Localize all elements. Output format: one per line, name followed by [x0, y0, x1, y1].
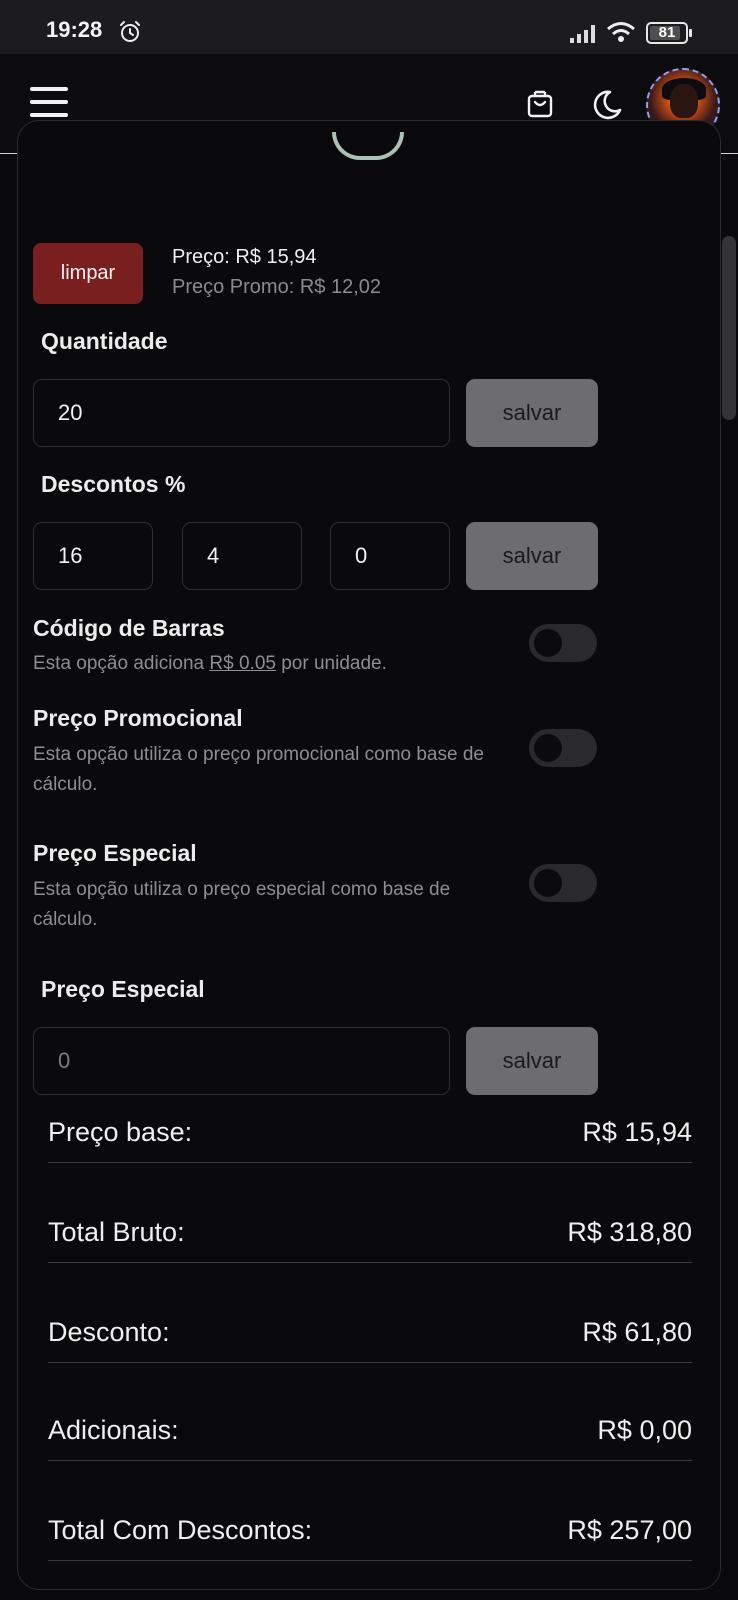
summary-label: Total Com Descontos:	[48, 1515, 313, 1545]
summary-label: Adicionais:	[48, 1415, 179, 1445]
summary-label: Preço base:	[48, 1117, 193, 1147]
summary-value: R$ 15,94	[582, 1117, 692, 1147]
save-discounts-button[interactable]: salvar	[466, 522, 598, 590]
barcode-option-title: Código de Barras	[33, 615, 225, 641]
summary-value: R$ 257,00	[567, 1515, 692, 1545]
summary-value: R$ 61,80	[582, 1317, 692, 1347]
special-option-desc: Esta opção utiliza o preço especial como…	[33, 879, 451, 930]
special-price-label: Preço Especial	[41, 976, 205, 1002]
summary-label: Total Bruto:	[48, 1217, 185, 1247]
special-option-title: Preço Especial	[33, 840, 197, 866]
summary-value: R$ 0,00	[597, 1415, 692, 1445]
product-promo-price: Preço Promo: R$ 12,02	[172, 276, 381, 298]
save-quantity-button[interactable]: salvar	[466, 379, 598, 447]
promo-toggle[interactable]	[529, 729, 597, 767]
signal-icon	[570, 25, 595, 43]
summary-label: Desconto:	[48, 1317, 170, 1347]
barcode-option-desc: Esta opção adiciona R$ 0.05 por unidade.	[33, 653, 387, 674]
discounts-label: Descontos %	[41, 471, 186, 497]
summary-row: Total Bruto: R$ 318,80	[48, 1207, 692, 1263]
summary-value: R$ 318,80	[567, 1217, 692, 1247]
summary-row: Preço base: R$ 15,94	[48, 1107, 692, 1163]
alarm-icon	[120, 21, 140, 42]
cart-icon[interactable]	[524, 88, 556, 120]
promo-option-title: Preço Promocional	[33, 705, 243, 731]
menu-icon[interactable]	[30, 87, 68, 117]
quantity-input[interactable]: 20	[33, 379, 450, 447]
promo-option-desc: Esta opção utiliza o preço promocional c…	[33, 744, 484, 795]
special-price-input[interactable]: 0	[33, 1027, 450, 1095]
barcode-price-link: R$ 0.05	[209, 653, 276, 674]
barcode-toggle[interactable]	[529, 624, 597, 662]
special-toggle[interactable]	[529, 864, 597, 902]
summary-row: Desconto: R$ 61,80	[48, 1307, 692, 1363]
status-time: 19:28	[46, 17, 103, 42]
wifi-icon	[607, 22, 635, 42]
quantity-label: Quantidade	[41, 328, 168, 354]
scrollbar[interactable]	[722, 236, 736, 420]
product-price: Preço: R$ 15,94	[172, 246, 317, 268]
discount-input-1[interactable]: 16	[33, 522, 153, 590]
discount-input-3[interactable]: 0	[330, 522, 450, 590]
summary-row: Total Com Descontos: R$ 257,00	[48, 1505, 692, 1561]
battery-icon: 81	[646, 22, 692, 44]
status-bar: 19:28 81	[0, 0, 738, 54]
save-special-price-button[interactable]: salvar	[466, 1027, 598, 1095]
moon-icon[interactable]	[590, 88, 624, 122]
clear-button[interactable]: limpar	[33, 243, 143, 304]
battery-level: 81	[658, 24, 676, 41]
discount-input-2[interactable]: 4	[182, 522, 302, 590]
summary-row: Adicionais: R$ 0,00	[48, 1405, 692, 1461]
